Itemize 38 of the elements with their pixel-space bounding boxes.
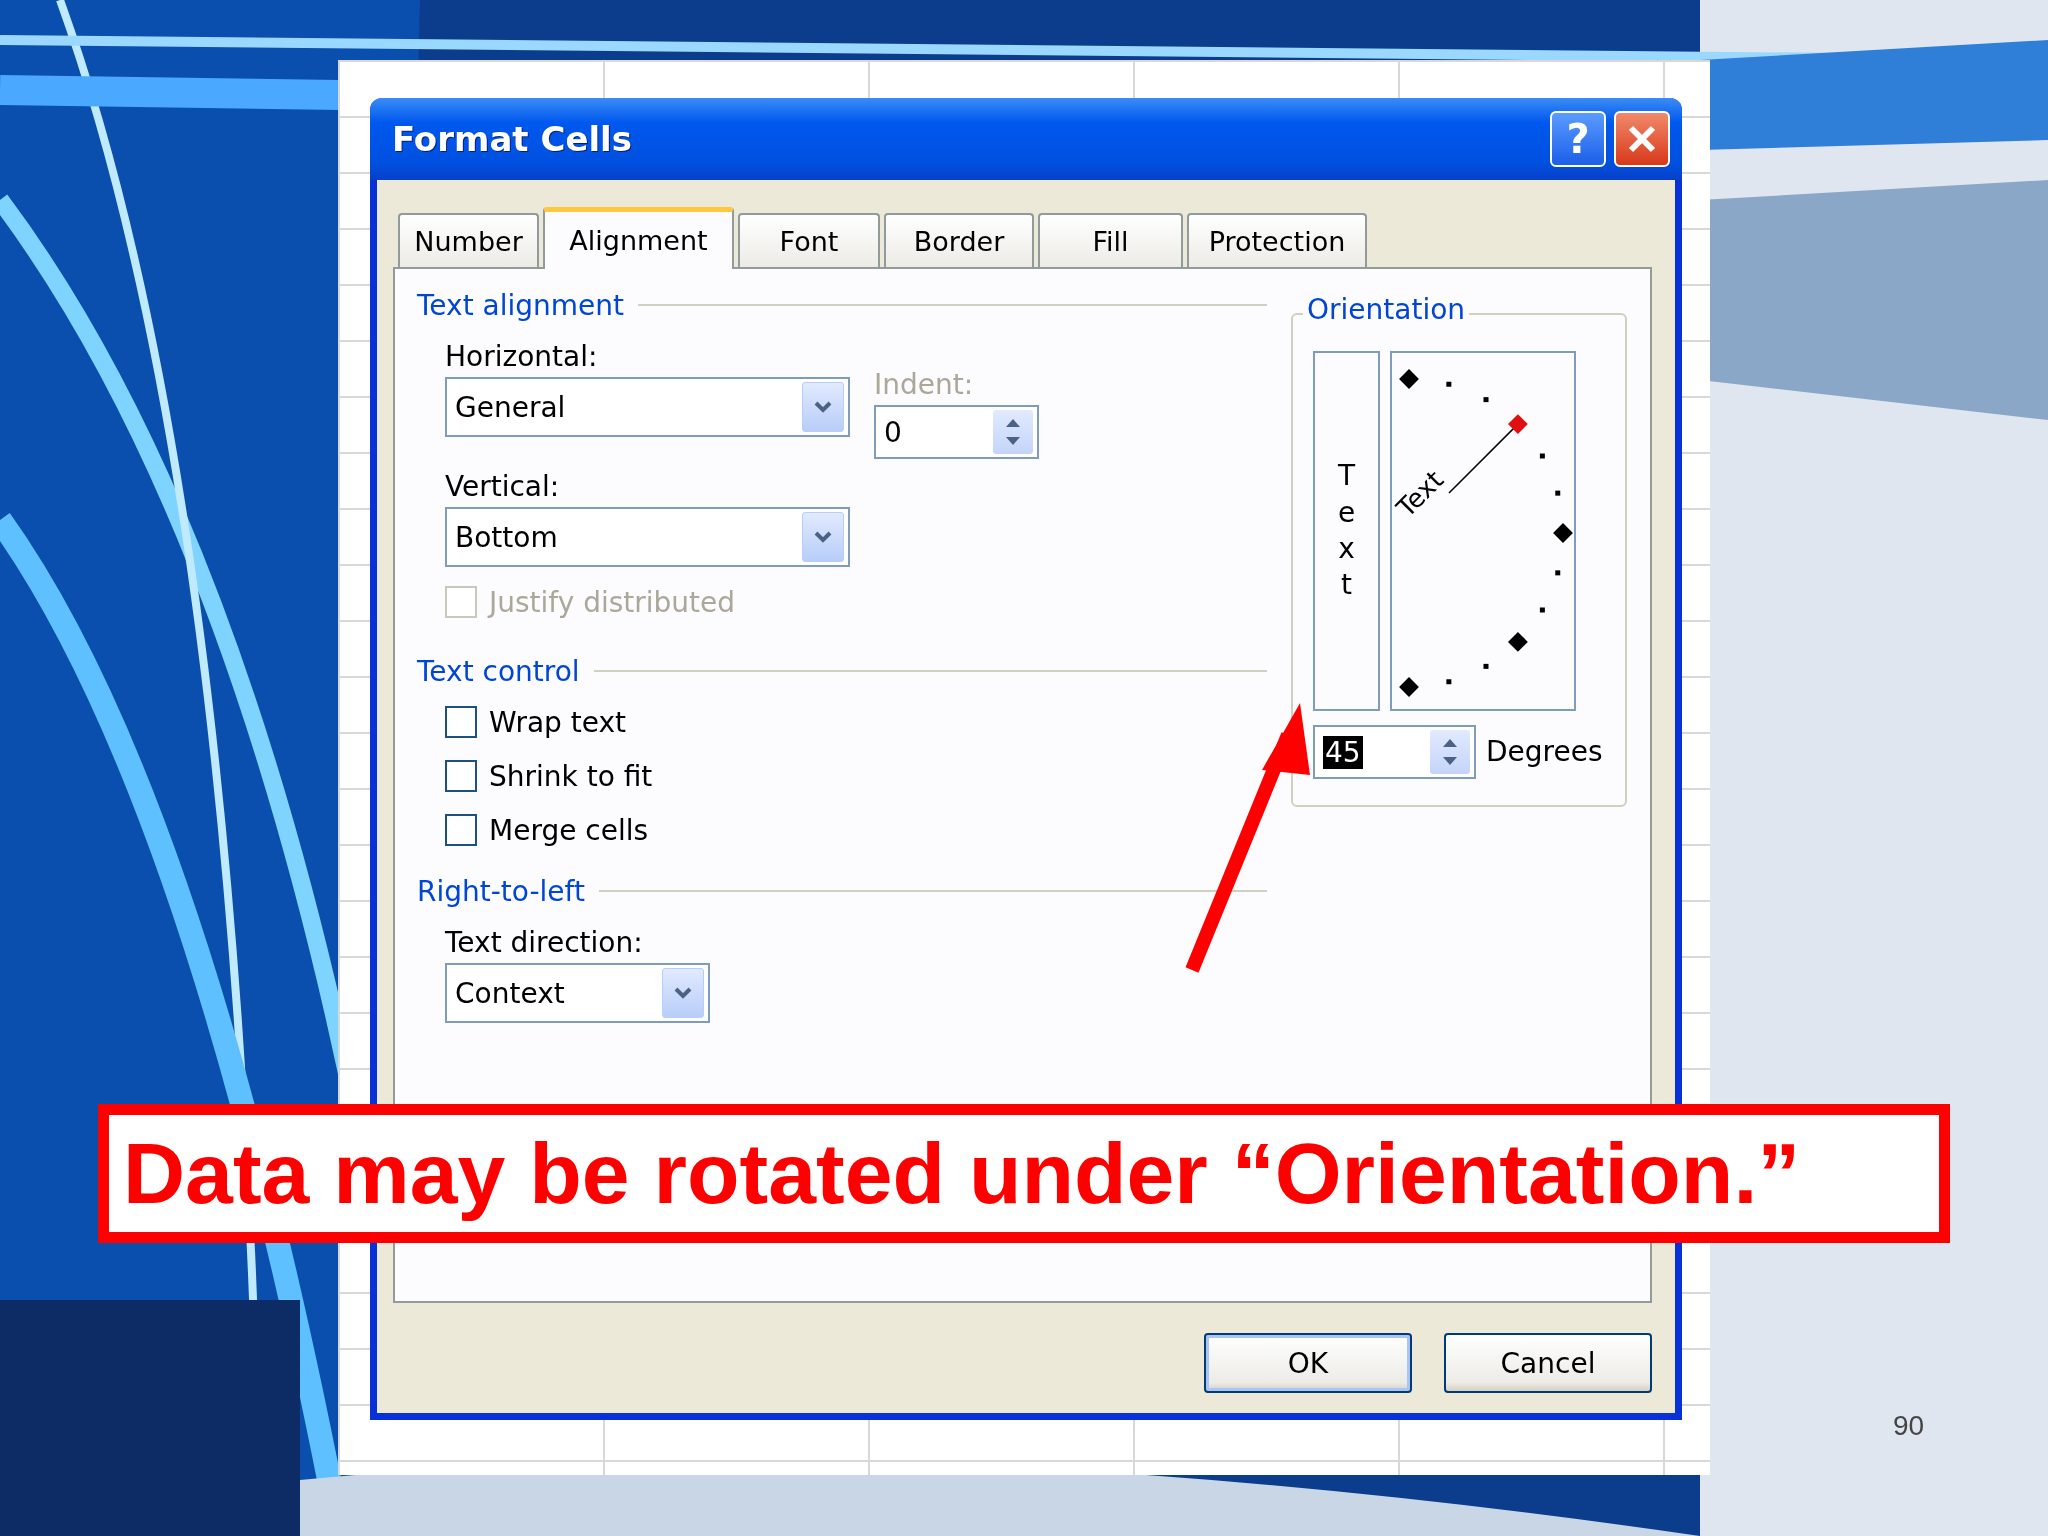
checkbox-label: Wrap text	[489, 705, 627, 739]
callout-caption: Data may be rotated under “Orientation.”	[98, 1104, 1950, 1243]
tab[interactable]: Font	[738, 213, 880, 267]
tab[interactable]: Protection	[1187, 213, 1367, 267]
help-button[interactable]: ?	[1550, 111, 1606, 167]
section-heading: Right-to-left	[417, 874, 585, 908]
vertical-dropdown[interactable]: Bottom	[445, 507, 850, 567]
tab[interactable]: Fill	[1038, 213, 1183, 267]
section-heading: Text alignment	[417, 288, 624, 322]
tab[interactable]: Border	[884, 213, 1034, 267]
dialog-button[interactable]: OK	[1204, 1333, 1412, 1393]
field-label: Degrees	[1486, 734, 1603, 770]
checkbox-label: Merge cells	[489, 813, 649, 847]
field-label: Text direction:	[445, 925, 644, 961]
field-label: Horizontal:	[445, 339, 599, 375]
page-number: 90	[1893, 1410, 1925, 1442]
field-label: Indent:	[874, 367, 975, 403]
checkbox-label: Justify distributed	[489, 585, 736, 619]
checkbox[interactable]	[445, 706, 477, 738]
horizontal-dropdown[interactable]: General	[445, 377, 850, 437]
close-button[interactable]	[1614, 111, 1670, 167]
vertical-text-button[interactable]: Text	[1313, 351, 1380, 711]
dialog-button[interactable]: Cancel	[1444, 1333, 1652, 1393]
section-heading: Text control	[417, 654, 580, 688]
spin-arrows-icon	[993, 410, 1033, 454]
rotated-text: Text	[1390, 464, 1450, 523]
field-label: Vertical:	[445, 469, 561, 505]
text-direction-dropdown[interactable]: Context	[445, 963, 710, 1023]
degrees-spinner[interactable]: 45	[1313, 725, 1476, 779]
window-title: Format Cells	[392, 119, 632, 159]
checkbox-label: Shrink to fit	[489, 759, 653, 793]
checkbox[interactable]	[445, 814, 477, 846]
spin-arrows-icon	[1430, 730, 1470, 774]
orientation-dial[interactable]: Text	[1390, 351, 1576, 711]
indent-spinner[interactable]: 0	[874, 405, 1039, 459]
tab[interactable]: Alignment	[543, 207, 734, 269]
checkbox[interactable]	[445, 760, 477, 792]
tab[interactable]: Number	[398, 213, 539, 267]
